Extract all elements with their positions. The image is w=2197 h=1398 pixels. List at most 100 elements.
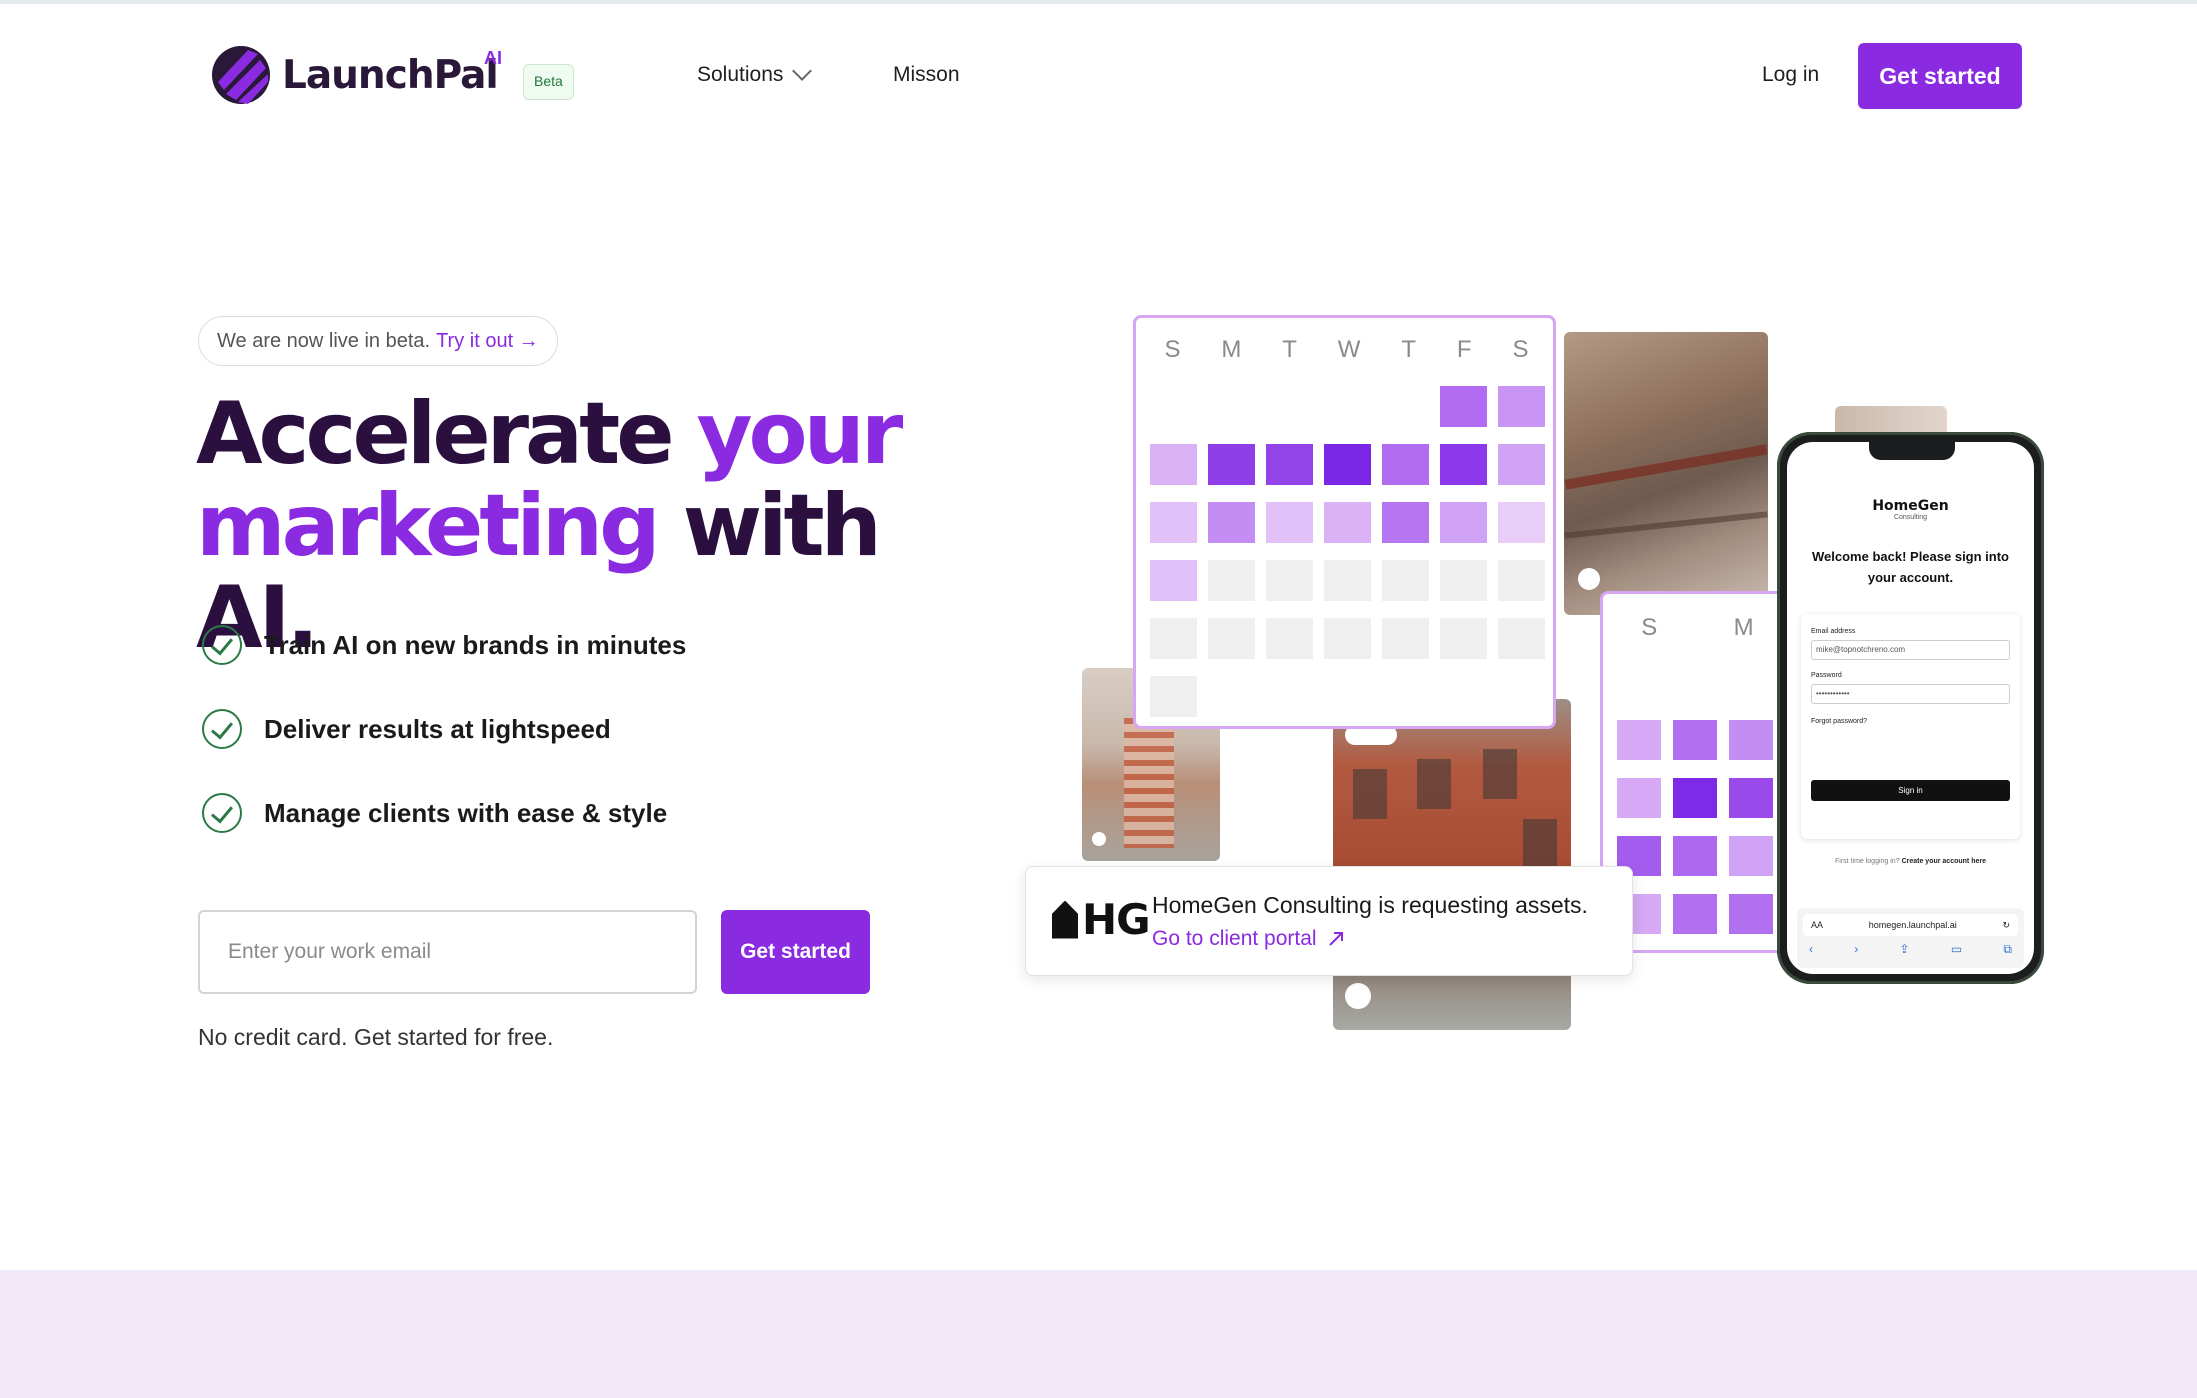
phone-welcome-text: Welcome back! Please sign into your acco… bbox=[1812, 549, 2009, 585]
phone-create-account-link[interactable]: Create your account here bbox=[1902, 858, 1986, 865]
window-detail bbox=[1417, 759, 1451, 809]
calendar-day-cell[interactable] bbox=[1617, 778, 1661, 818]
calendar-day-cell[interactable] bbox=[1208, 502, 1255, 543]
weekday-label: T bbox=[1282, 336, 1297, 363]
calendar-day-cell[interactable] bbox=[1673, 894, 1717, 934]
calendar-day-cell[interactable] bbox=[1208, 560, 1255, 601]
calendar-day-cell[interactable] bbox=[1498, 560, 1545, 601]
brand-logo[interactable]: LaunchPal AI bbox=[208, 40, 502, 110]
calendar-day-cell[interactable] bbox=[1440, 444, 1487, 485]
calendar-day-cell[interactable] bbox=[1498, 444, 1545, 485]
calendar-day-cell[interactable] bbox=[1150, 502, 1197, 543]
feature-label: Manage clients with ease & style bbox=[264, 797, 668, 828]
calendar-day-cell[interactable] bbox=[1324, 502, 1371, 543]
client-portal-link[interactable]: Go to client portal bbox=[1152, 927, 1345, 951]
calendar-day-cell[interactable] bbox=[1324, 444, 1371, 485]
calendar-day-cell[interactable] bbox=[1208, 444, 1255, 485]
headline-accent-2: marketing bbox=[196, 476, 661, 576]
calendar-day-cell[interactable] bbox=[1208, 618, 1255, 659]
weekday-label: W bbox=[1337, 336, 1361, 363]
weekday-label: M bbox=[1733, 614, 1754, 641]
phone-mockup: HomeGen Consulting Welcome back! Please … bbox=[1777, 432, 2044, 984]
nav-get-started-button[interactable]: Get started bbox=[1858, 43, 2022, 109]
next-section-band bbox=[0, 1270, 2197, 1398]
bookmarks-icon[interactable]: ▭ bbox=[1951, 942, 1962, 957]
calendar-day-cell[interactable] bbox=[1150, 560, 1197, 601]
calendar-day-cell[interactable] bbox=[1673, 720, 1717, 760]
reload-icon: ↻ bbox=[2002, 919, 2010, 930]
homegen-logo: HG bbox=[1052, 895, 1151, 944]
check-circle-icon bbox=[202, 625, 242, 665]
phone-homegen-logo: HomeGen bbox=[1872, 498, 1949, 514]
login-link[interactable]: Log in bbox=[1762, 63, 1819, 87]
calendar-day-cell[interactable] bbox=[1729, 720, 1773, 760]
feature-item: Train AI on new brands in minutes bbox=[202, 623, 686, 667]
share-icon[interactable]: ⇪ bbox=[1900, 942, 1910, 957]
calendar-empty-cell bbox=[1266, 386, 1313, 427]
phone-signin-button[interactable]: Sign in bbox=[1811, 780, 2010, 801]
calendar-day-cell[interactable] bbox=[1150, 444, 1197, 485]
calendar-day-cell[interactable] bbox=[1729, 836, 1773, 876]
calendar-day-cell[interactable] bbox=[1617, 720, 1661, 760]
window-detail bbox=[1483, 749, 1517, 799]
calendar-day-cell[interactable] bbox=[1440, 560, 1487, 601]
phone-footer: First time logging in? Create your accou… bbox=[1787, 858, 2034, 865]
beta-badge: Beta bbox=[523, 64, 574, 100]
phone-password-field[interactable]: •••••••••••• bbox=[1811, 684, 2010, 704]
feature-item: Manage clients with ease & style bbox=[202, 791, 667, 835]
calendar-day-cell[interactable] bbox=[1440, 502, 1487, 543]
calendar-grid bbox=[1150, 386, 1545, 717]
calendar-day-cell[interactable] bbox=[1266, 502, 1313, 543]
calendar-day-cell[interactable] bbox=[1729, 778, 1773, 818]
check-circle-icon bbox=[202, 793, 242, 833]
text-size-icon: AA bbox=[1811, 920, 1824, 930]
phone-url-bar[interactable]: AA homegen.launchpal.ai ↻ bbox=[1803, 914, 2018, 936]
calendar-day-cell[interactable] bbox=[1382, 444, 1429, 485]
check-circle-icon bbox=[202, 709, 242, 749]
brick-building-photo bbox=[1333, 699, 1571, 1030]
phone-browser-toolbar: ‹ › ⇪ ▭ ⧉ bbox=[1803, 942, 2018, 957]
external-arrow-icon bbox=[1328, 932, 1343, 946]
headline-accent-1: your bbox=[696, 384, 903, 484]
calendar-day-cell[interactable] bbox=[1324, 618, 1371, 659]
calendar-day-cell[interactable] bbox=[1382, 502, 1429, 543]
calendar-day-cell[interactable] bbox=[1266, 618, 1313, 659]
calendar-day-cell[interactable] bbox=[1150, 618, 1197, 659]
announcement-pill: We are now live in beta. Try it out → bbox=[198, 316, 558, 366]
calendar-day-cell[interactable] bbox=[1440, 618, 1487, 659]
phone-url-text: homegen.launchpal.ai bbox=[1868, 920, 1957, 930]
calendar-day-cell[interactable] bbox=[1498, 386, 1545, 427]
bridge-photo bbox=[1564, 332, 1768, 615]
hero-get-started-button[interactable]: Get started bbox=[721, 910, 870, 994]
calendar-day-cell[interactable] bbox=[1673, 778, 1717, 818]
forward-icon[interactable]: › bbox=[1854, 942, 1858, 957]
weekday-label: M bbox=[1221, 336, 1242, 363]
nav-mission[interactable]: Misson bbox=[893, 63, 960, 87]
calendar-day-cell[interactable] bbox=[1324, 560, 1371, 601]
calendar-weekdays: SMT bbox=[1603, 614, 1797, 642]
calendar-day-cell[interactable] bbox=[1266, 444, 1313, 485]
calendar-day-cell[interactable] bbox=[1440, 386, 1487, 427]
launchpal-logo-icon bbox=[212, 46, 270, 104]
calendar-day-cell[interactable] bbox=[1673, 836, 1717, 876]
tabs-icon[interactable]: ⧉ bbox=[2003, 942, 2012, 957]
calendar-day-cell[interactable] bbox=[1150, 676, 1197, 717]
phone-notch bbox=[1869, 442, 1955, 460]
calendar-day-cell[interactable] bbox=[1498, 618, 1545, 659]
try-it-out-link[interactable]: Try it out → bbox=[436, 330, 539, 353]
nav-solutions[interactable]: Solutions bbox=[697, 61, 813, 87]
phone-forgot-password[interactable]: Forgot password? bbox=[1811, 718, 1867, 725]
content-calendar-main: SMTWTFS bbox=[1133, 315, 1556, 729]
calendar-day-cell[interactable] bbox=[1382, 618, 1429, 659]
calendar-day-cell[interactable] bbox=[1729, 894, 1773, 934]
calendar-day-cell[interactable] bbox=[1498, 502, 1545, 543]
work-email-input[interactable] bbox=[198, 910, 697, 994]
asset-request-notification[interactable]: HG HomeGen Consulting is requesting asse… bbox=[1025, 866, 1633, 976]
photo-dot-icon bbox=[1578, 568, 1600, 590]
phone-email-field[interactable]: mike@topnotchreno.com bbox=[1811, 640, 2010, 660]
nav-mission-label: Misson bbox=[893, 63, 960, 86]
phone-browser-bar: AA homegen.launchpal.ai ↻ ‹ › ⇪ ▭ ⧉ bbox=[1797, 908, 2024, 968]
calendar-day-cell[interactable] bbox=[1382, 560, 1429, 601]
back-icon[interactable]: ‹ bbox=[1809, 942, 1813, 957]
calendar-day-cell[interactable] bbox=[1266, 560, 1313, 601]
